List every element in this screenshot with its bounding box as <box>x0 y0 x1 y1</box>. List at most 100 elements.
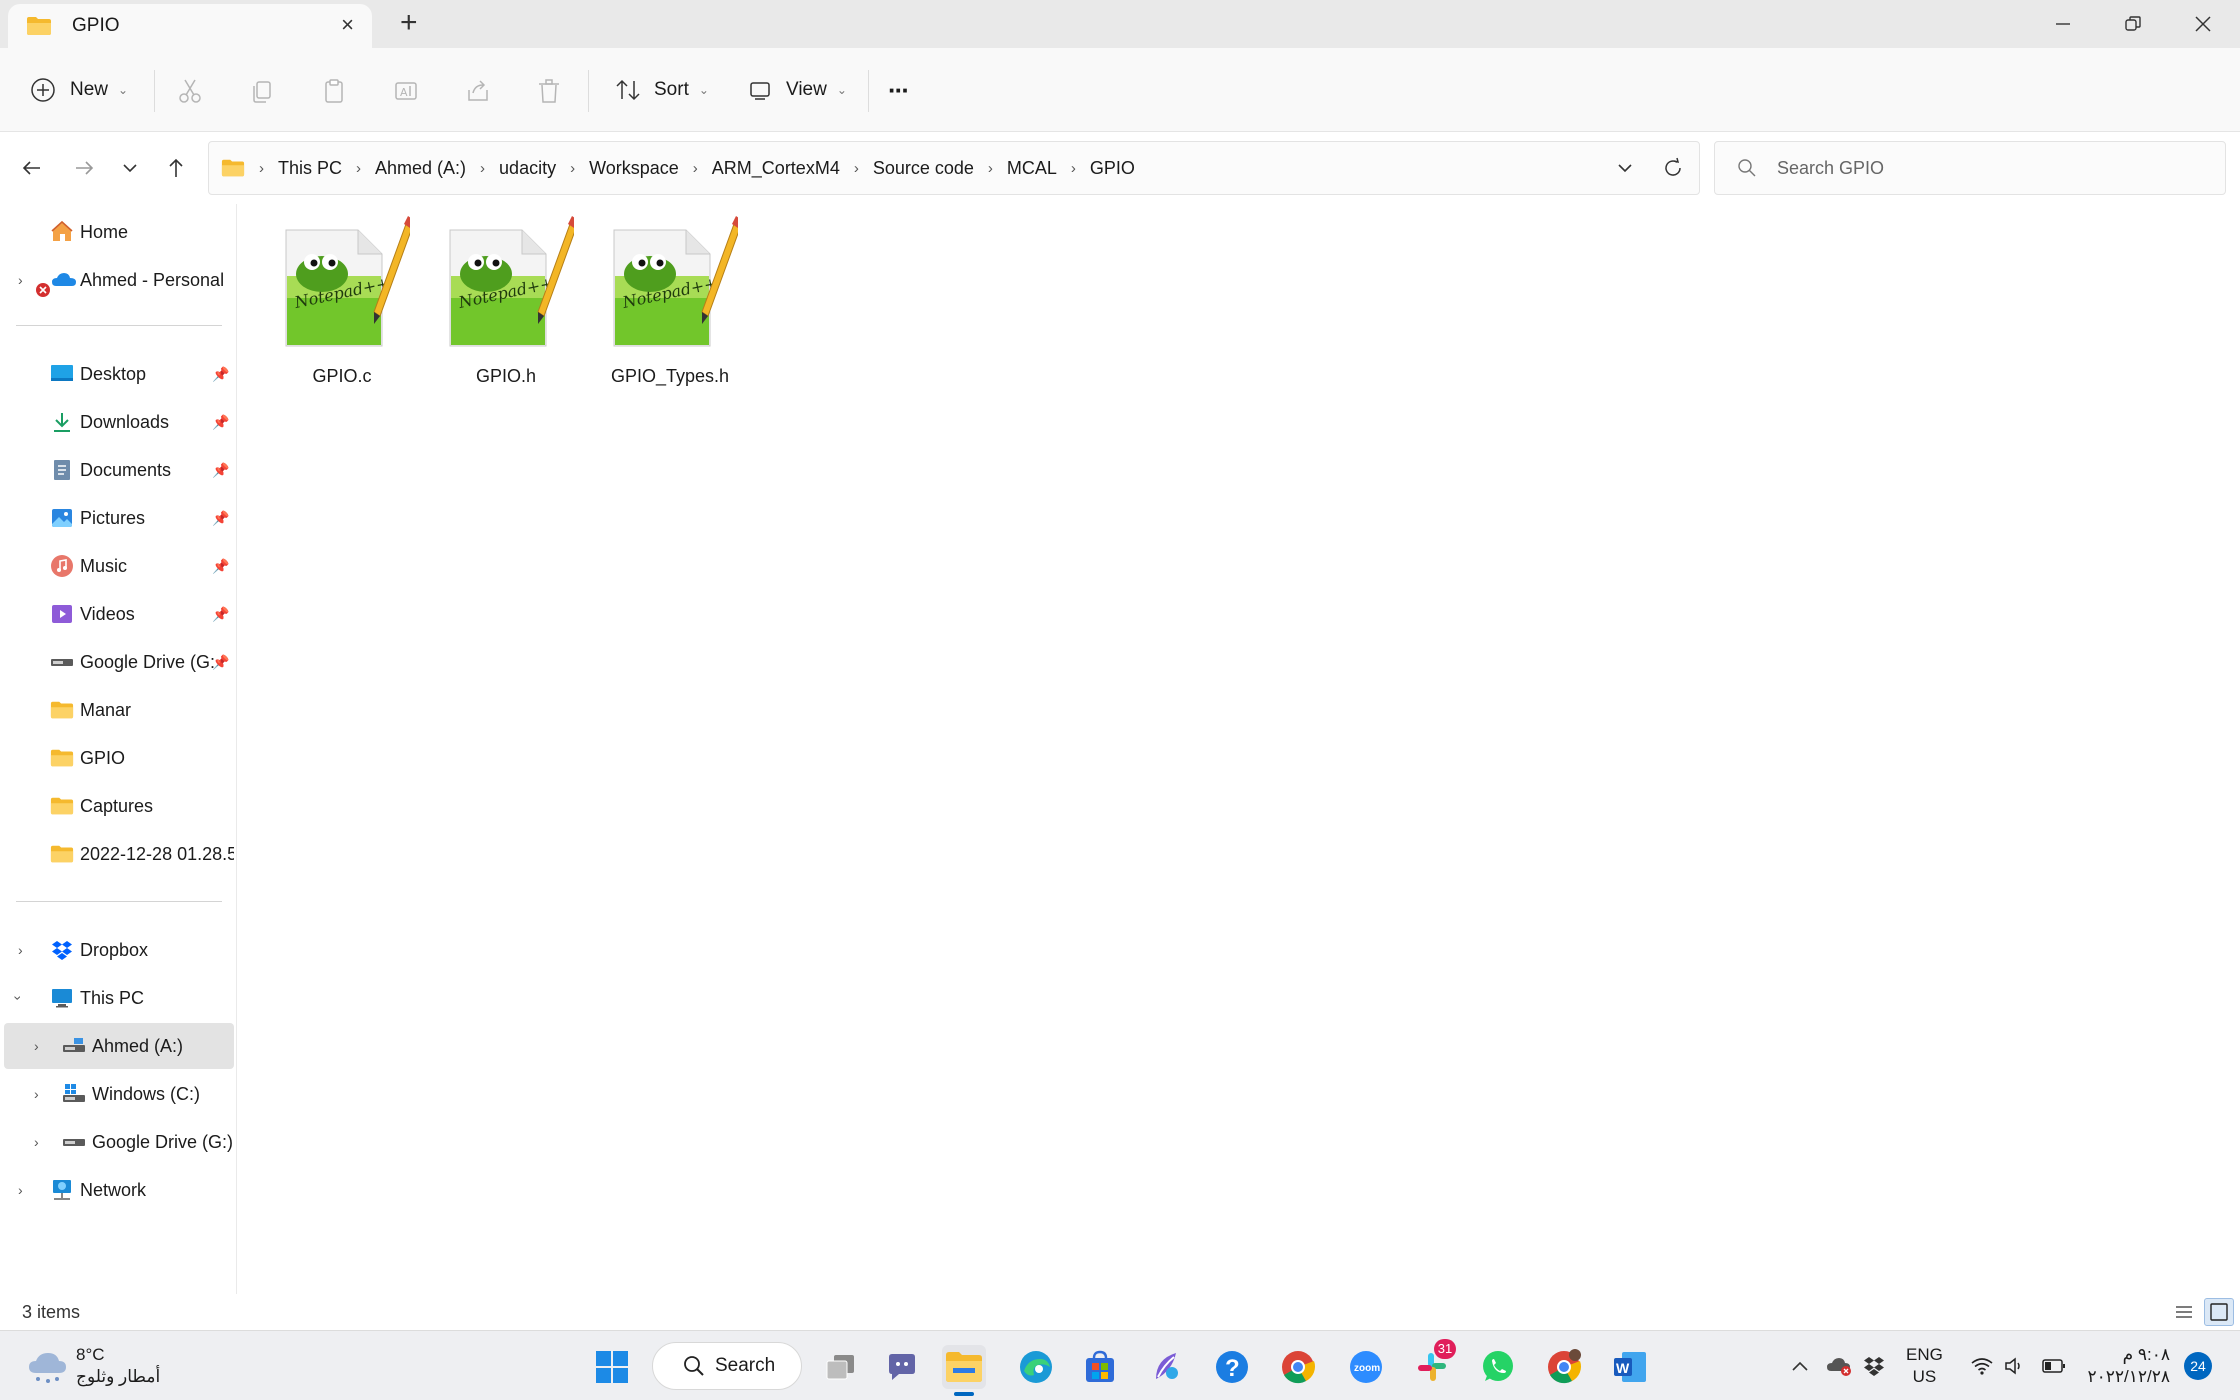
sidebar-item-this-pc[interactable]: › This PC <box>0 975 234 1021</box>
breadcrumb-this-pc[interactable]: This PC <box>278 158 342 179</box>
sidebar-item-dropbox[interactable]: › Dropbox <box>0 927 234 973</box>
sidebar-item-network[interactable]: › Network <box>0 1167 234 1213</box>
chevron-right-icon[interactable]: › <box>34 1038 39 1054</box>
slack-button[interactable]: 31 <box>1410 1339 1456 1389</box>
file-item[interactable]: Notepad++ GPIO.c <box>262 216 422 396</box>
paste-icon[interactable] <box>319 76 349 106</box>
clock[interactable]: ٩:٠٨ م ٢٠٢٢/١٢/٢٨ <box>2086 1331 2171 1400</box>
teams-chat-button[interactable] <box>880 1345 924 1389</box>
view-button[interactable]: View ⌄ <box>748 48 847 132</box>
dropbox-tray-icon[interactable] <box>1862 1331 1886 1400</box>
start-button[interactable] <box>590 1345 634 1389</box>
chevron-right-icon[interactable]: › <box>480 160 485 177</box>
breadcrumb-mcal[interactable]: MCAL <box>1007 158 1057 179</box>
minimize-button[interactable] <box>2028 0 2098 48</box>
drive-icon <box>63 1038 85 1052</box>
notification-center-button[interactable]: 24 <box>2184 1331 2212 1400</box>
recent-locations-button[interactable] <box>112 150 148 186</box>
whatsapp-button[interactable] <box>1476 1345 1520 1389</box>
chrome-profile-button[interactable] <box>1542 1345 1586 1389</box>
word-button[interactable]: W <box>1608 1345 1652 1389</box>
chrome-button[interactable] <box>1276 1345 1320 1389</box>
refresh-icon[interactable] <box>1661 156 1685 180</box>
large-icons-view-button[interactable] <box>2204 1298 2234 1326</box>
breadcrumb-drive[interactable]: Ahmed (A:) <box>375 158 466 179</box>
chevron-right-icon[interactable]: › <box>693 160 698 177</box>
share-icon[interactable] <box>463 76 493 106</box>
new-tab-button[interactable]: + <box>400 8 418 38</box>
delete-icon[interactable] <box>534 76 564 106</box>
battery-status[interactable] <box>2042 1331 2066 1400</box>
file-item[interactable]: Notepad++ GPIO_Types.h <box>590 216 750 396</box>
sidebar-item-home[interactable]: Home <box>0 209 234 255</box>
onedrive-tray-icon[interactable] <box>1826 1331 1854 1400</box>
sidebar-item-downloads[interactable]: Downloads 📌 <box>0 399 234 445</box>
rename-icon[interactable]: A <box>391 76 421 106</box>
chevron-right-icon[interactable]: › <box>34 1134 39 1150</box>
new-button[interactable]: New ⌄ <box>30 48 128 132</box>
breadcrumb-source-code[interactable]: Source code <box>873 158 974 179</box>
address-bar[interactable]: › This PC › Ahmed (A:) › udacity › Works… <box>208 141 1700 195</box>
breadcrumb-udacity[interactable]: udacity <box>499 158 556 179</box>
sidebar-item-gpio[interactable]: GPIO <box>0 735 234 781</box>
file-explorer-taskbar-button[interactable] <box>942 1345 986 1396</box>
close-window-button[interactable] <box>2168 0 2238 48</box>
get-help-button[interactable]: ? <box>1210 1345 1254 1389</box>
edge-button[interactable] <box>1014 1345 1058 1389</box>
more-options-button[interactable]: ··· <box>888 48 910 132</box>
restore-button[interactable] <box>2098 0 2168 48</box>
chevron-down-icon[interactable]: › <box>10 996 26 1001</box>
sidebar-item-manar[interactable]: Manar <box>0 687 234 733</box>
wifi-icon <box>1971 1358 1993 1375</box>
sidebar-item-onedrive[interactable]: › Ahmed - Personal <box>0 257 234 303</box>
sidebar-item-videos[interactable]: Videos 📌 <box>0 591 234 637</box>
breadcrumb-gpio[interactable]: GPIO <box>1090 158 1135 179</box>
microsoft-store-button[interactable] <box>1078 1345 1122 1389</box>
paint-app-button[interactable] <box>1144 1345 1188 1389</box>
sidebar-item-google-drive[interactable]: Google Drive (G: 📌 <box>0 639 234 685</box>
volume-control[interactable] <box>2004 1331 2026 1400</box>
weather-widget[interactable]: 8°C أمطار وثلوج <box>22 1341 182 1391</box>
forward-button[interactable] <box>66 150 102 186</box>
task-view-button[interactable] <box>818 1345 862 1389</box>
show-hidden-icons-button[interactable] <box>1790 1331 1810 1400</box>
chevron-right-icon[interactable]: › <box>356 160 361 177</box>
sidebar-item-desktop[interactable]: Desktop 📌 <box>0 351 234 397</box>
search-box[interactable]: Search GPIO <box>1714 141 2226 195</box>
sidebar-item-drive-g[interactable]: › Google Drive (G:) <box>0 1119 234 1165</box>
chevron-down-icon[interactable] <box>1615 158 1635 178</box>
zoom-button[interactable]: zoom <box>1344 1345 1388 1389</box>
chevron-right-icon[interactable]: › <box>988 160 993 177</box>
chevron-right-icon[interactable]: › <box>1071 160 1076 177</box>
sort-button[interactable]: Sort ⌄ <box>614 48 709 132</box>
sidebar-item-documents[interactable]: Documents 📌 <box>0 447 234 493</box>
network-status[interactable] <box>1970 1331 1994 1400</box>
folder-icon <box>221 159 245 177</box>
sidebar-item-drive-c[interactable]: › Windows (C:) <box>0 1071 234 1117</box>
chevron-right-icon[interactable]: › <box>854 160 859 177</box>
sidebar-item-music[interactable]: Music 📌 <box>0 543 234 589</box>
task-view-icon <box>826 1355 854 1380</box>
sidebar-item-drive-a[interactable]: › Ahmed (A:) <box>4 1023 234 1069</box>
back-button[interactable] <box>14 150 50 186</box>
breadcrumb-workspace[interactable]: Workspace <box>589 158 679 179</box>
chevron-right-icon[interactable]: › <box>18 272 23 288</box>
sidebar-item-dated-folder[interactable]: 2022-12-28 01.28.5 <box>0 831 234 877</box>
sidebar-item-captures[interactable]: Captures <box>0 783 234 829</box>
taskbar-search[interactable]: Search <box>652 1342 802 1390</box>
copy-icon[interactable] <box>247 76 277 106</box>
file-item[interactable]: Notepad++ GPIO.h <box>426 216 586 396</box>
breadcrumb-arm-cortexm4[interactable]: ARM_CortexM4 <box>712 158 840 179</box>
chevron-right-icon[interactable]: › <box>18 1182 23 1198</box>
up-button[interactable] <box>158 150 194 186</box>
sidebar-item-pictures[interactable]: Pictures 📌 <box>0 495 234 541</box>
language-indicator[interactable]: ENG US <box>1906 1331 1943 1400</box>
close-tab-icon[interactable]: × <box>341 14 354 36</box>
details-view-icon[interactable] <box>2172 1300 2196 1324</box>
chevron-right-icon[interactable]: › <box>34 1086 39 1102</box>
chevron-right-icon[interactable]: › <box>570 160 575 177</box>
pane-divider[interactable] <box>236 204 237 1294</box>
cut-icon[interactable] <box>175 76 205 106</box>
tab-gpio[interactable]: GPIO × <box>8 4 372 48</box>
chevron-right-icon[interactable]: › <box>18 942 23 958</box>
